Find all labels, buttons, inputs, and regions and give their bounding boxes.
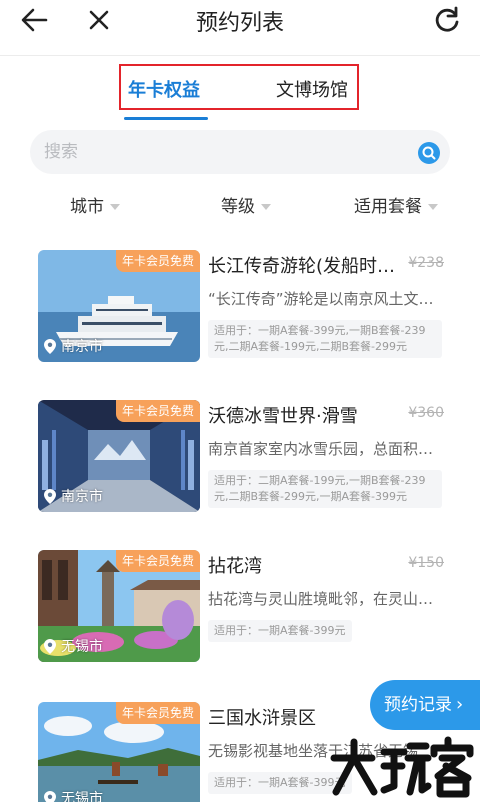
tab-annual-card[interactable]: 年卡权益 xyxy=(128,76,200,102)
filter-package-label: 适用套餐 xyxy=(354,197,422,217)
refresh-icon[interactable] xyxy=(432,5,462,35)
booking-records-button[interactable]: 预约记录 › xyxy=(370,680,480,730)
header-divider xyxy=(0,55,480,56)
member-free-badge: 年卡会员免费 xyxy=(115,250,200,272)
member-free-badge: 年卡会员免费 xyxy=(115,550,200,572)
city-name: 无锡市 xyxy=(61,639,103,655)
location-label: 无锡市 xyxy=(44,788,103,802)
filter-city[interactable]: 城市 xyxy=(70,192,120,217)
attraction-title: 长江传奇游轮(发船时… xyxy=(208,256,396,277)
member-free-badge: 年卡会员免费 xyxy=(115,400,200,422)
location-pin-icon xyxy=(44,638,56,654)
search-bar xyxy=(30,130,450,174)
filter-level[interactable]: 等级 xyxy=(221,192,271,217)
city-name: 南京市 xyxy=(61,339,103,355)
original-price: ¥150 xyxy=(408,555,444,571)
filter-package[interactable]: 适用套餐 xyxy=(354,192,438,217)
attraction-title: 沃德冰雪世界·滑雪 xyxy=(208,406,358,427)
applicable-packages: 适用于：一期A套餐-399元,一期B套餐-239元,二期A套餐-199元,二期B… xyxy=(208,320,442,358)
location-label: 南京市 xyxy=(44,486,103,506)
location-label: 南京市 xyxy=(44,336,103,356)
nianhua-bay-image: 年卡会员免费 无锡市 xyxy=(38,550,200,662)
booking-records-label: 预约记录 xyxy=(384,695,452,715)
location-pin-icon xyxy=(44,488,56,504)
original-price: ¥238 xyxy=(408,255,444,271)
city-name: 无锡市 xyxy=(61,791,103,802)
attraction-description: “长江传奇”游轮是以南京风土文… xyxy=(208,290,434,308)
ice-snow-world-image: 年卡会员免费 南京市 xyxy=(38,400,200,512)
member-free-badge: 年卡会员免费 xyxy=(115,702,200,724)
attraction-title: 拈花湾 xyxy=(208,556,262,577)
list-item[interactable]: 年卡会员免费 南京市 沃德冰雪世界·滑雪 ¥360 南京首家室内冰雪乐园，总面积… xyxy=(0,400,480,530)
attraction-description: 南京首家室内冰雪乐园，总面积… xyxy=(208,440,434,458)
applicable-packages: 适用于：二期A套餐-199元,一期B套餐-239元,二期B套餐-299元,一期A… xyxy=(208,470,442,508)
chevron-down-icon xyxy=(110,204,120,210)
list-item[interactable]: 年卡会员免费 南京市 长江传奇游轮(发船时… ¥238 “长江传奇”游轮是以南京… xyxy=(0,250,480,380)
cruise-ship-image: 年卡会员免费 南京市 xyxy=(38,250,200,362)
location-pin-icon xyxy=(44,790,56,802)
chevron-down-icon xyxy=(261,204,271,210)
location-pin-icon xyxy=(44,338,56,354)
location-label: 无锡市 xyxy=(44,636,103,656)
list-item[interactable]: 年卡会员免费 无锡市 拈花湾 ¥150 拈花湾与灵山胜境毗邻，在灵山… 适用于：… xyxy=(0,550,480,680)
chevron-down-icon xyxy=(428,204,438,210)
watermark-logo xyxy=(330,736,476,798)
tab-museums[interactable]: 文博场馆 xyxy=(276,76,348,102)
attraction-description: 拈花湾与灵山胜境毗邻，在灵山… xyxy=(208,590,434,608)
original-price: ¥360 xyxy=(408,405,444,421)
chevron-right-icon: › xyxy=(456,694,464,715)
city-name: 南京市 xyxy=(61,489,103,505)
search-icon[interactable] xyxy=(418,142,440,164)
three-kingdoms-image: 年卡会员免费 无锡市 xyxy=(38,702,200,802)
active-tab-indicator xyxy=(124,117,208,120)
applicable-packages: 适用于：一期A套餐-399元 xyxy=(208,620,352,642)
top-bar: 预约列表 xyxy=(0,0,480,44)
filter-level-label: 等级 xyxy=(221,197,255,217)
search-input[interactable] xyxy=(44,140,404,164)
page-title: 预约列表 xyxy=(195,11,284,36)
filter-city-label: 城市 xyxy=(70,197,104,217)
